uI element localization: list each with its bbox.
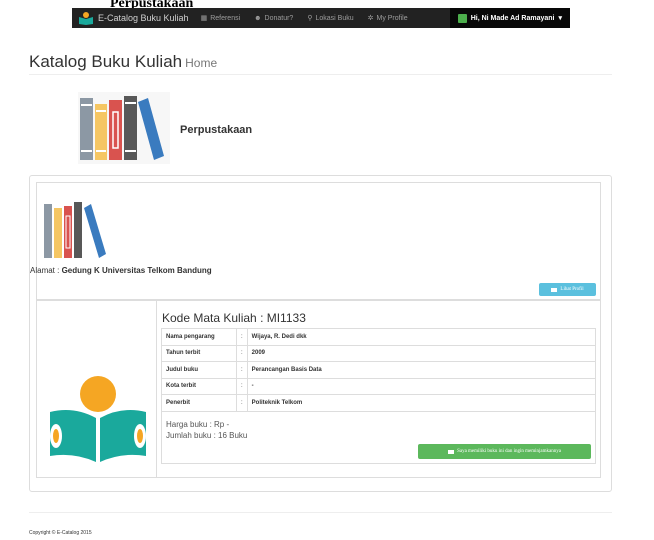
- book-count: Jumlah buku : 16 Buku: [166, 431, 248, 440]
- detail-value: -: [246, 377, 597, 395]
- address-label: Alamat :: [30, 266, 62, 275]
- detail-separator: :: [236, 361, 248, 379]
- nav-label: Referensi: [210, 14, 241, 22]
- detail-separator: :: [236, 377, 248, 395]
- book-pricing: Harga buku : Rp - Jumlah buku : 16 Buku: [166, 419, 247, 441]
- table-row: Tahun terbit : 2009: [161, 344, 597, 362]
- nav-label: My Profile: [376, 14, 408, 22]
- detail-separator: :: [236, 328, 248, 346]
- library-logo-icon: [78, 92, 170, 164]
- detail-key: Judul buku: [161, 361, 237, 379]
- brand-link[interactable]: E-Catalog Buku Kuliah: [72, 11, 189, 25]
- detail-value: Perancangan Basis Data: [246, 361, 597, 379]
- library-info-panel: [36, 182, 601, 300]
- nav-item-referensi[interactable]: ▦ Referensi: [200, 14, 241, 23]
- book-details-table: Nama pengarang : Wijaya, R. Dedi dkk Tah…: [161, 328, 597, 412]
- page-title-text: Katalog Buku Kuliah: [29, 52, 183, 71]
- nav-item-my-profile[interactable]: ✲ My Profile: [367, 14, 408, 23]
- table-row: Kota terbit : -: [161, 377, 597, 395]
- footer-divider: [29, 512, 612, 513]
- address-value: Gedung K Universitas Telkom Bandung: [61, 266, 212, 275]
- list-icon: [448, 449, 455, 454]
- gear-icon: ✲: [367, 15, 374, 22]
- title-divider: [29, 74, 612, 75]
- detail-key: Nama pengarang: [161, 328, 237, 346]
- lend-book-label: Saya memiliki buku ini dan ingin meminja…: [457, 449, 561, 454]
- user-dropdown[interactable]: Hi, Ni Made Ad Ramayani ▾: [449, 8, 570, 28]
- page-subtitle: Home: [185, 56, 218, 70]
- brand-name: E-Catalog Buku Kuliah: [98, 13, 189, 23]
- reader-logo-icon: [78, 11, 94, 25]
- nav-item-donatur[interactable]: ☻ Donatur?: [254, 15, 293, 22]
- list-icon: ▦: [200, 15, 208, 22]
- library-address: Alamat : Gedung K Universitas Telkom Ban…: [30, 266, 212, 275]
- book-panel-divider: [156, 300, 157, 478]
- detail-key: Tahun terbit: [161, 344, 237, 362]
- footer-copyright: Copyright © E-Catalog 2015: [29, 530, 92, 536]
- list-icon: [551, 287, 558, 292]
- library-books-icon: [44, 202, 106, 258]
- course-code: Kode Mata Kuliah : MI1133: [162, 311, 306, 325]
- map-marker-icon: ⚲: [307, 15, 313, 22]
- top-navbar: E-Catalog Buku Kuliah ▦ Referensi ☻ Dona…: [72, 8, 570, 28]
- table-row: Penerbit : Politeknik Telkom: [161, 394, 597, 412]
- detail-separator: :: [236, 394, 248, 412]
- caret-down-icon: ▾: [558, 15, 562, 22]
- view-profile-button[interactable]: Lihat Profil: [539, 283, 596, 296]
- nav-item-lokasi-buku[interactable]: ⚲ Lokasi Buku: [307, 14, 354, 23]
- lend-book-button[interactable]: Saya memiliki buku ini dan ingin meminja…: [418, 444, 591, 459]
- reader-illustration-icon: [50, 376, 146, 462]
- detail-separator: :: [236, 344, 248, 362]
- user-greeting: Hi, Ni Made Ad Ramayani: [470, 14, 555, 22]
- book-price: Harga buku : Rp -: [166, 420, 230, 429]
- page-title: Katalog Buku Kuliah Home: [29, 52, 217, 72]
- user-avatar-icon: [457, 13, 467, 23]
- library-name: Perpustakaan: [180, 124, 253, 136]
- users-icon: ☻: [254, 14, 262, 22]
- nav-label: Lokasi Buku: [315, 14, 354, 22]
- detail-key: Kota terbit: [161, 377, 237, 395]
- view-profile-label: Lihat Profil: [560, 287, 584, 292]
- detail-value: Politeknik Telkom: [246, 394, 597, 412]
- detail-value: 2009: [246, 344, 597, 362]
- detail-key: Penerbit: [161, 394, 237, 412]
- table-row: Nama pengarang : Wijaya, R. Dedi dkk: [161, 328, 597, 346]
- nav-label: Donatur?: [264, 14, 294, 22]
- table-row: Judul buku : Perancangan Basis Data: [161, 361, 597, 379]
- detail-value: Wijaya, R. Dedi dkk: [246, 328, 597, 346]
